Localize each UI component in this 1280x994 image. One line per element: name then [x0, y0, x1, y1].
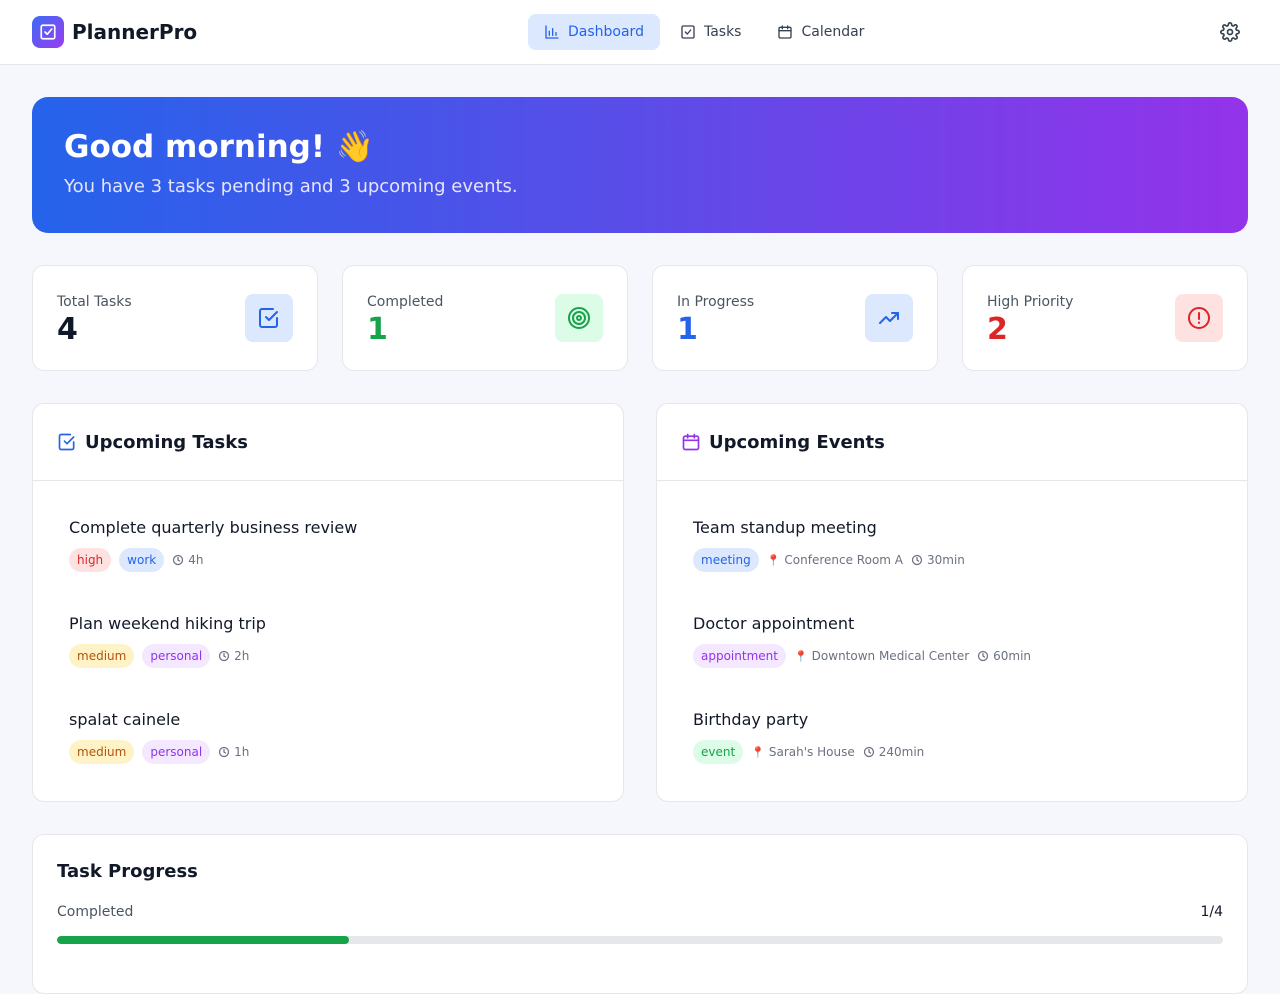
panel-title: Upcoming Events	[709, 431, 885, 453]
duration-text: 4h	[188, 553, 204, 567]
category-badge: personal	[142, 740, 211, 764]
nav-calendar[interactable]: Calendar	[761, 14, 880, 50]
task-meta: medium personal 1h	[69, 740, 587, 764]
target-icon	[555, 294, 603, 342]
check-square-icon	[681, 25, 695, 39]
nav-tasks[interactable]: Tasks	[664, 14, 758, 50]
map-pin-icon: 📍	[751, 745, 765, 759]
duration: 2h	[218, 649, 249, 663]
event-title: Birthday party	[693, 710, 809, 729]
settings-button[interactable]	[1218, 20, 1242, 44]
duration: 4h	[172, 553, 203, 567]
nav-tasks-label: Tasks	[703, 24, 742, 40]
upcoming-tasks-panel: Upcoming Tasks Complete quarterly busine…	[32, 403, 624, 802]
event-item[interactable]: Birthday party event 📍 Sarah's House 240…	[693, 693, 1211, 789]
priority-badge: medium	[69, 740, 135, 764]
app-name: PlannerPro	[72, 20, 198, 44]
stat-card-completed: Completed 1	[342, 265, 628, 371]
event-type-badge: event	[693, 740, 744, 764]
top-navigation-bar: PlannerPro Dashboard Tasks Calendar	[0, 0, 1280, 65]
task-title: Plan weekend hiking trip	[69, 614, 266, 633]
check-square-icon	[245, 294, 293, 342]
clock-icon	[911, 554, 923, 566]
bar-chart-icon	[545, 25, 559, 39]
task-item[interactable]: Complete quarterly business review high …	[69, 501, 587, 597]
progress-bar-track	[57, 936, 1223, 944]
event-type-badge: meeting	[693, 548, 759, 572]
alert-circle-icon	[1175, 294, 1223, 342]
task-meta: high work 4h	[69, 548, 587, 572]
event-item[interactable]: Doctor appointment appointment 📍 Downtow…	[693, 597, 1211, 693]
progress-row: Completed 1/4	[57, 904, 1223, 920]
upcoming-events-panel: Upcoming Events Team standup meeting mee…	[656, 403, 1248, 802]
location: 📍 Conference Room A	[767, 553, 903, 567]
duration-text: 240min	[878, 745, 925, 759]
app-logo-icon	[32, 16, 64, 48]
calendar-icon	[682, 433, 700, 451]
progress-count: 1/4	[1200, 904, 1223, 920]
task-title: spalat cainele	[69, 710, 181, 729]
stat-card-in-progress: In Progress 1	[652, 265, 938, 371]
gear-icon	[1220, 22, 1240, 42]
trending-up-icon	[865, 294, 913, 342]
progress-title: Task Progress	[57, 861, 198, 882]
clock-icon	[219, 746, 230, 758]
map-pin-icon: 📍	[793, 649, 808, 663]
greeting-summary: You have 3 tasks pending and 3 upcoming …	[64, 176, 518, 197]
clock-icon	[219, 650, 230, 662]
location: 📍 Downtown Medical Center	[794, 649, 969, 663]
stat-card-total-tasks: Total Tasks 4	[32, 265, 318, 371]
check-square-icon	[58, 433, 75, 451]
panel-header: Upcoming Events	[657, 404, 1247, 481]
task-meta: medium personal 2h	[69, 644, 587, 668]
task-title: Complete quarterly business review	[69, 518, 358, 537]
event-meta: meeting 📍 Conference Room A 30min	[693, 548, 1211, 572]
duration: 1h	[218, 745, 249, 759]
category-badge: personal	[142, 644, 211, 668]
event-meta: event 📍 Sarah's House 240min	[693, 740, 1211, 764]
panel-header: Upcoming Tasks	[33, 404, 623, 481]
category-badge: work	[119, 548, 165, 572]
clock-icon	[173, 554, 184, 566]
event-title: Doctor appointment	[693, 614, 855, 633]
brand[interactable]: PlannerPro	[32, 16, 197, 48]
event-title: Team standup meeting	[693, 518, 877, 537]
task-item[interactable]: spalat cainele medium personal 1h	[69, 693, 587, 789]
event-type-badge: appointment	[693, 644, 786, 668]
location-text: Downtown Medical Center	[811, 649, 970, 663]
stat-card-high-priority: High Priority 2	[962, 265, 1248, 371]
nav-dashboard-label: Dashboard	[568, 24, 644, 40]
welcome-banner: Good morning! 👋 You have 3 tasks pending…	[32, 97, 1248, 233]
panel-title: Upcoming Tasks	[85, 431, 248, 453]
event-list: Team standup meeting meeting 📍 Conferenc…	[657, 481, 1247, 809]
progress-label: Completed	[57, 904, 134, 920]
event-item[interactable]: Team standup meeting meeting 📍 Conferenc…	[693, 501, 1211, 597]
duration: 240min	[863, 745, 925, 759]
nav-dashboard[interactable]: Dashboard	[528, 14, 660, 50]
nav-calendar-label: Calendar	[801, 24, 865, 40]
duration-text: 1h	[234, 745, 250, 759]
priority-badge: medium	[69, 644, 135, 668]
location-text: Sarah's House	[768, 745, 855, 759]
duration-text: 60min	[993, 649, 1032, 663]
map-pin-icon: 📍	[766, 553, 781, 567]
clock-icon	[978, 650, 989, 662]
main-nav: Dashboard Tasks Calendar	[528, 14, 884, 50]
clock-icon	[863, 746, 874, 758]
location: 📍 Sarah's House	[751, 745, 855, 759]
duration-text: 30min	[927, 553, 965, 567]
task-list: Complete quarterly business review high …	[33, 481, 623, 809]
location-text: Conference Room A	[784, 553, 904, 567]
progress-bar-fill	[57, 936, 349, 944]
task-progress-card: Task Progress Completed 1/4	[32, 834, 1248, 994]
duration: 30min	[911, 553, 965, 567]
priority-badge: high	[69, 548, 112, 572]
duration-text: 2h	[234, 649, 250, 663]
task-item[interactable]: Plan weekend hiking trip medium personal…	[69, 597, 587, 693]
duration: 60min	[977, 649, 1031, 663]
greeting-heading: Good morning! 👋	[64, 129, 375, 165]
calendar-icon	[778, 25, 793, 39]
event-meta: appointment 📍 Downtown Medical Center 60…	[693, 644, 1211, 668]
